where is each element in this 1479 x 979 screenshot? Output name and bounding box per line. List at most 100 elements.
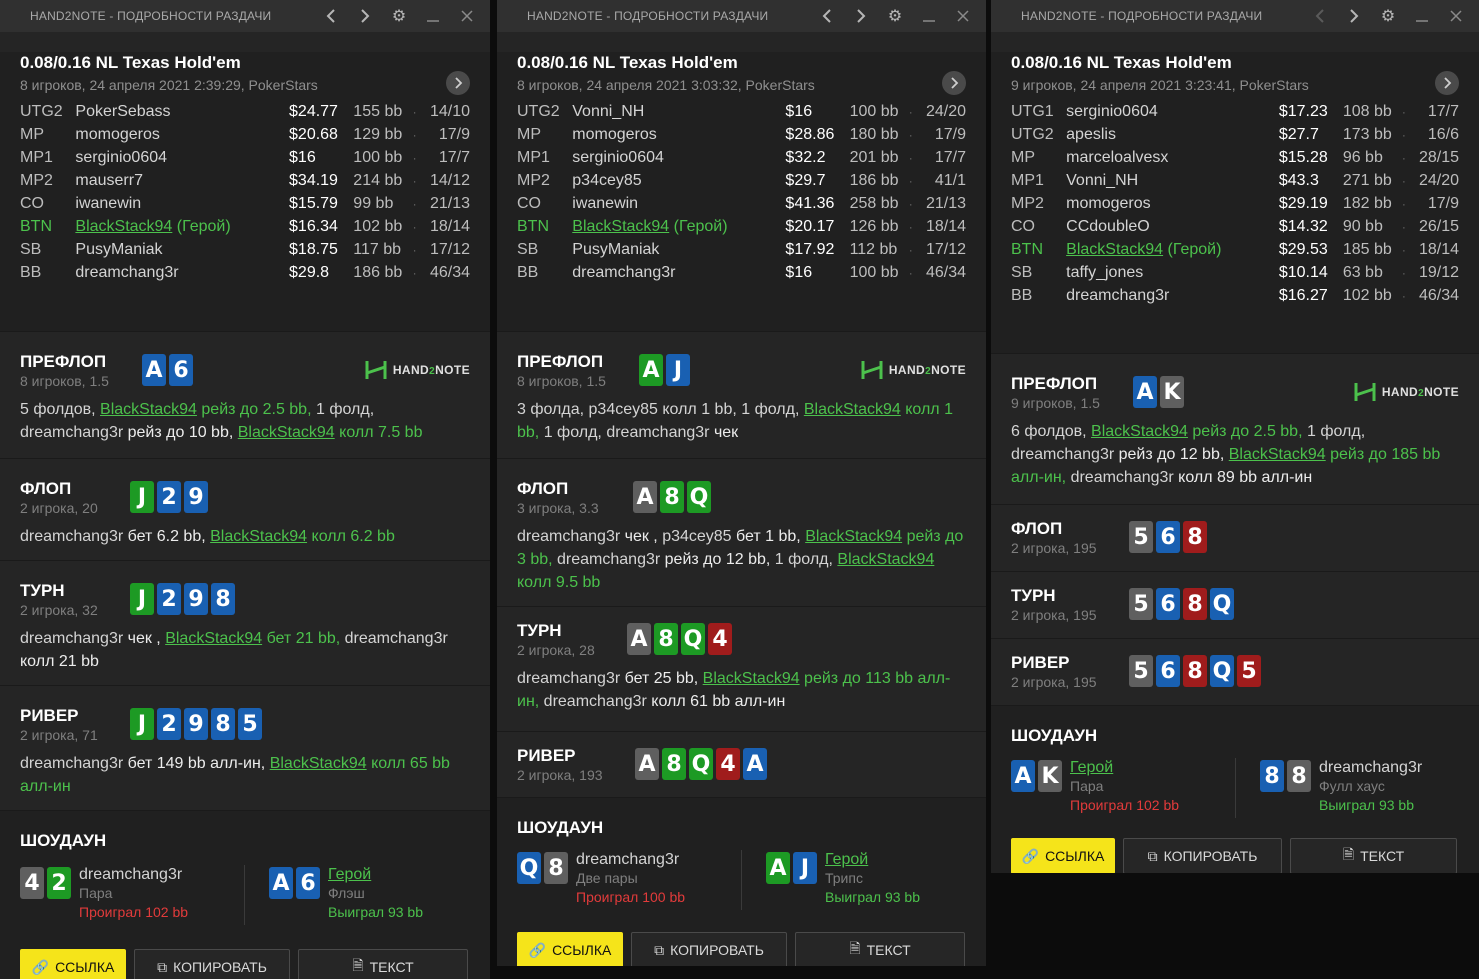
street-title: ПРЕФЛОП [20, 352, 107, 371]
card: 5 [1237, 655, 1261, 687]
minimize-icon[interactable] [416, 0, 450, 32]
player-list: UTG2 PokerSebass $24.77 155 bb · 14/10 MP momo… [20, 100, 470, 294]
river-section: РИВЕР 2 игрока, 195 568Q5 [991, 639, 1479, 706]
card: A [1011, 760, 1035, 792]
card: 8 [211, 708, 235, 740]
board-cards: J298 [130, 583, 235, 615]
player-row[interactable]: MP marceloalvesx $15.28 96 bb · 28/15 [1011, 146, 1459, 169]
card: 2 [47, 867, 71, 899]
player-row[interactable]: CO CCdoubleO $14.32 90 bb · 26/15 [1011, 215, 1459, 238]
player-row[interactable]: MP1 serginio0604 $16 100 bb · 17/7 [20, 146, 470, 169]
gear-icon[interactable]: ⚙ [382, 0, 416, 32]
flop-section: ФЛОП 3 игрока, 3.3 A8Q dreamchang3r чек ,… [497, 459, 986, 607]
card: Q [689, 748, 713, 780]
close-icon[interactable] [1439, 0, 1473, 32]
link-button[interactable]: 🔗 ССЫЛКА [517, 932, 623, 966]
preflop-actions: 3 фолда, p34cey85 колл 1 bb, 1 фолд, Bla… [517, 401, 953, 441]
chevron-right-icon[interactable] [942, 71, 966, 95]
card: 4 [20, 867, 44, 899]
card: 2 [157, 583, 181, 615]
document-icon: 🗎 [1342, 846, 1355, 862]
card: 2 [157, 708, 181, 740]
chevron-right-icon[interactable] [446, 71, 470, 95]
card: Q [1210, 588, 1234, 620]
next-hand-icon[interactable] [844, 0, 878, 32]
next-hand-icon[interactable] [348, 0, 382, 32]
player-row[interactable]: BB dreamchang3r $16.27 102 bb · 46/34 [1011, 284, 1459, 307]
text-button[interactable]: 🗎 ТЕКСТ [795, 932, 965, 966]
player-row[interactable]: MP momogeros $28.86 180 bb · 17/9 [517, 123, 966, 146]
copy-button[interactable]: ⧉ КОПИРОВАТЬ [1123, 838, 1282, 873]
player-row[interactable]: BB dreamchang3r $29.8 186 bb · 46/34 [20, 261, 470, 284]
hand2note-logo: HAND2NOTE [861, 359, 966, 381]
river-section: РИВЕР 2 игрока, 193 A8Q4A [497, 732, 986, 798]
player-row-hero[interactable]: BTN BlackStack94 (Герой) $20.17 126 bb · 18/1… [517, 215, 966, 238]
copy-button[interactable]: ⧉ КОПИРОВАТЬ [134, 949, 290, 979]
close-icon[interactable] [450, 0, 484, 32]
player-row-hero[interactable]: BTN BlackStack94 (Герой) $16.34 102 bb · 18/1… [20, 215, 470, 238]
flop-section: ФЛОП 2 игрока, 195 568 [991, 505, 1479, 572]
player-row[interactable]: MP1 serginio0604 $32.2 201 bb · 17/7 [517, 146, 966, 169]
hand-meta: 8 игроков, 24 апреля 2021 2:39:29, Poker… [20, 77, 318, 93]
hand-details-window-2: HAND2NOTE - ПОДРОБНОСТИ РАЗДАЧИ ⚙ 0.08/0… [497, 0, 986, 966]
player-row[interactable]: MP2 momogeros $29.19 182 bb · 17/9 [1011, 192, 1459, 215]
card: A [627, 623, 651, 655]
card: A [633, 481, 657, 513]
player-row[interactable]: MP1 Vonni_NH $43.3 271 bb · 24/20 [1011, 169, 1459, 192]
player-row[interactable]: SB PusyManiak $18.75 117 bb · 17/12 [20, 238, 470, 261]
player-row-hero[interactable]: BTN BlackStack94 (Герой) $29.53 185 bb · 18/1… [1011, 238, 1459, 261]
card: 6 [1156, 521, 1180, 553]
document-icon: 🗎 [352, 957, 364, 973]
player-row[interactable]: CO iwanewin $15.79 99 bb · 21/13 [20, 192, 470, 215]
prev-hand-icon[interactable] [314, 0, 348, 32]
hole-cards: A6 [142, 354, 193, 386]
player-row[interactable]: SB taffy_jones $10.14 63 bb · 19/12 [1011, 261, 1459, 284]
player-row[interactable]: UTG1 serginio0604 $17.23 108 bb · 17/7 [1011, 100, 1459, 123]
hand2note-logo: HAND2NOTE [1354, 381, 1459, 403]
prev-hand-icon[interactable] [810, 0, 844, 32]
card: 6 [1156, 588, 1180, 620]
minimize-icon[interactable] [912, 0, 946, 32]
board-cards: J2985 [130, 708, 262, 740]
card: A [1133, 376, 1157, 408]
gear-icon[interactable]: ⚙ [878, 0, 912, 32]
player-row[interactable]: UTG2 apeslis $27.7 173 bb · 16/6 [1011, 123, 1459, 146]
player-row[interactable]: MP2 mauserr7 $34.19 214 bb · 14/12 [20, 169, 470, 192]
card: Q [517, 852, 541, 884]
hand-header: 0.08/0.16 NL Texas Hold'em 8 игроков, 24… [497, 52, 986, 332]
player-row[interactable]: UTG2 Vonni_NH $16 100 bb · 24/20 [517, 100, 966, 123]
card: 8 [1287, 760, 1311, 792]
title-bar: HAND2NOTE - ПОДРОБНОСТИ РАЗДАЧИ ⚙ [991, 0, 1479, 32]
player-row[interactable]: MP momogeros $20.68 129 bb · 17/9 [20, 123, 470, 146]
copy-button[interactable]: ⧉ КОПИРОВАТЬ [631, 932, 787, 966]
card: A [269, 867, 293, 899]
minimize-icon[interactable] [1405, 0, 1439, 32]
player-row[interactable]: MP2 p34cey85 $29.7 186 bb · 41/1 [517, 169, 966, 192]
link-button[interactable]: 🔗 ССЫЛКА [1011, 838, 1115, 873]
card: 5 [1129, 588, 1153, 620]
player-row[interactable]: BB dreamchang3r $16 100 bb · 46/34 [517, 261, 966, 284]
card: A [142, 354, 166, 386]
card: J [130, 708, 154, 740]
card: A [639, 354, 663, 386]
preflop-actions: 6 фолдов, BlackStack94 рейз до 2.5 bb, 1… [1011, 423, 1441, 486]
text-button[interactable]: 🗎 ТЕКСТ [1290, 838, 1457, 873]
text-button[interactable]: 🗎 ТЕКСТ [298, 949, 468, 979]
next-hand-icon[interactable] [1337, 0, 1371, 32]
gear-icon[interactable]: ⚙ [1371, 0, 1405, 32]
prev-hand-icon[interactable] [1303, 0, 1337, 32]
card: 5 [238, 708, 262, 740]
close-icon[interactable] [946, 0, 980, 32]
link-button[interactable]: 🔗 ССЫЛКА [20, 949, 126, 979]
card: 8 [211, 583, 235, 615]
player-row[interactable]: UTG2 PokerSebass $24.77 155 bb · 14/10 [20, 100, 470, 123]
preflop-section: ПРЕФЛОП 8 игроков, 1.5 AJ HAND2NOTE 3 фол… [497, 332, 986, 459]
card: Q [1210, 655, 1234, 687]
preflop-actions: 5 фолдов, BlackStack94 рейз до 2.5 bb, 1… [20, 401, 423, 441]
chevron-right-icon[interactable] [1435, 71, 1459, 95]
showdown-section: ШОУДАУН AK Герой Пара Проиграл 102 bb 88 d… [991, 706, 1479, 873]
card: Q [687, 481, 711, 513]
player-row[interactable]: CO iwanewin $41.36 258 bb · 21/13 [517, 192, 966, 215]
player-row[interactable]: SB PusyManiak $17.92 112 bb · 17/12 [517, 238, 966, 261]
card: J [130, 481, 154, 513]
